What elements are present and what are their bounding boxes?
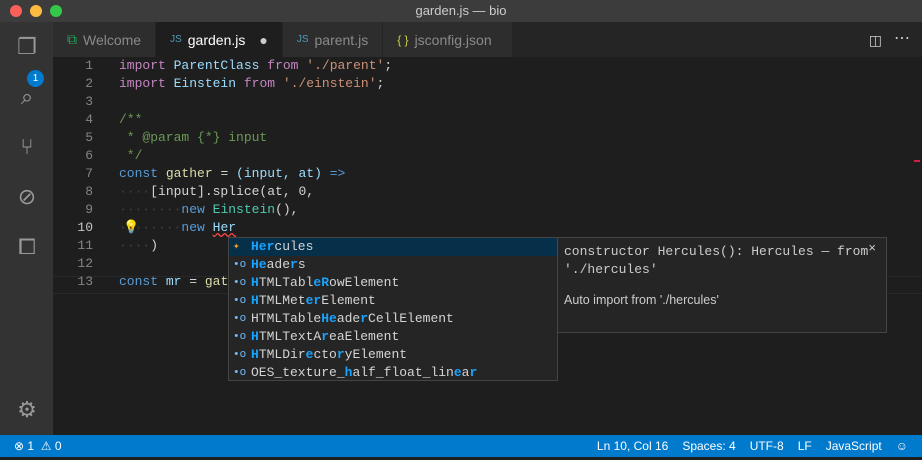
- js-icon: JS: [296, 34, 309, 45]
- vscode-icon: ⧉: [67, 31, 77, 47]
- encoding[interactable]: UTF-8: [750, 435, 784, 457]
- suggestion-details: constructor Hercules(): Hercules — from …: [557, 237, 887, 333]
- suggestion-item[interactable]: •o OES_texture_half_float_linear: [229, 364, 557, 382]
- variable-icon: •o: [233, 259, 247, 271]
- dirty-indicator-icon[interactable]: ●: [259, 32, 267, 48]
- suggestion-item[interactable]: •o HTMLMeterElement: [229, 292, 557, 310]
- settings-icon[interactable]: ⚙: [14, 397, 40, 423]
- tab-parent-js[interactable]: JS parent.js: [282, 22, 384, 57]
- js-icon: JS: [170, 34, 182, 45]
- tab-label: garden.js: [187, 31, 246, 48]
- suggestion-item[interactable]: •o HTMLTableRowElement: [229, 274, 557, 292]
- title-bar: garden.js — bio: [0, 0, 922, 22]
- search-icon[interactable]: ⌕: [14, 84, 40, 110]
- line-number: 11: [77, 238, 93, 253]
- indentation[interactable]: Spaces: 4: [682, 435, 735, 457]
- warning-count: 0: [54, 439, 62, 453]
- code-line: import Einstein from './einstein';: [119, 76, 385, 91]
- json-icon: { }: [397, 32, 409, 47]
- variable-icon: •o: [233, 295, 247, 307]
- signature-text: constructor Hercules(): Hercules — from …: [564, 244, 869, 277]
- line-number: 12: [77, 256, 93, 271]
- suggestion-item[interactable]: ✦ Hercules: [229, 238, 557, 256]
- code-line: ····): [119, 238, 159, 253]
- split-editor-icon[interactable]: ◫: [869, 32, 882, 49]
- class-icon: ✦: [233, 241, 240, 253]
- code-line: ········new Einstein(),: [119, 202, 299, 217]
- more-actions-icon[interactable]: ⋯: [894, 28, 910, 48]
- line-number: 2: [85, 76, 93, 91]
- suggestion-item[interactable]: •o HTMLDirectoryElement: [229, 346, 557, 364]
- code-line: const mr = gath: [119, 274, 237, 289]
- tab-welcome[interactable]: ⧉ Welcome: [53, 22, 157, 57]
- problems-indicator[interactable]: ⊗ 1 ⚠ 0: [14, 435, 62, 457]
- line-number: 3: [85, 94, 93, 109]
- source-control-icon[interactable]: ⑂: [14, 134, 40, 160]
- variable-icon: •o: [233, 349, 247, 361]
- variable-icon: •o: [233, 367, 247, 379]
- line-number: 6: [85, 148, 93, 163]
- tab-label: jsconfig.json: [414, 31, 492, 48]
- close-details-button[interactable]: ×: [868, 240, 876, 255]
- variable-icon: •o: [233, 277, 247, 289]
- line-number: 9: [85, 202, 93, 217]
- tab-garden-js[interactable]: JS garden.js ●: [156, 22, 283, 57]
- tab-label: parent.js: [314, 31, 369, 48]
- tab-jsconfig[interactable]: { } jsconfig.json: [383, 22, 514, 57]
- feedback-smiley-icon[interactable]: ☺: [896, 435, 908, 457]
- line-number: 10: [77, 220, 93, 235]
- line-number: 13: [77, 274, 93, 289]
- variable-icon: •o: [233, 313, 247, 325]
- activity-bar: ❐ 1 ⌕ ⑂ ⊘ ⧠ ⚙: [0, 22, 53, 435]
- line-number: 1: [85, 58, 93, 73]
- suggestion-item[interactable]: •o Headers: [229, 256, 557, 274]
- variable-icon: •o: [233, 331, 247, 343]
- minimize-window-button[interactable]: [30, 5, 42, 17]
- line-number: 4: [85, 112, 93, 127]
- extensions-icon[interactable]: ⧠: [14, 234, 40, 260]
- line-number: 7: [85, 166, 93, 181]
- suggestion-label: OES_texture_half_float_linear: [251, 365, 478, 380]
- suggestion-label: HTMLTableHeaderCellElement: [251, 311, 454, 326]
- suggestion-list[interactable]: ✦ Hercules •o Headers •o HTMLTableRowElement •…: [228, 237, 558, 381]
- code-line: ····[input].splice(at, 0,: [119, 184, 315, 199]
- error-count: 1: [27, 439, 35, 453]
- code-line: /**: [119, 112, 143, 127]
- suggestion-item[interactable]: •o HTMLTableHeaderCellElement: [229, 310, 557, 328]
- files-icon[interactable]: ❐: [14, 34, 40, 60]
- code-line: const gather = (input, at) =>: [119, 166, 346, 181]
- language-mode[interactable]: JavaScript: [826, 435, 882, 457]
- suggestion-label: HTMLDirectoryElement: [251, 347, 408, 362]
- tab-label: Welcome: [83, 31, 142, 48]
- line-number: 8: [85, 184, 93, 199]
- suggestion-label: HTMLTableRowElement: [251, 275, 400, 290]
- overview-ruler-error-marker: [914, 160, 920, 162]
- code-line: */: [119, 148, 143, 163]
- suggestion-label: HTMLMeterElement: [251, 293, 376, 308]
- line-ending[interactable]: LF: [798, 435, 812, 457]
- close-window-button[interactable]: [10, 5, 22, 17]
- code-line: ········new Her: [119, 220, 237, 235]
- status-bar: ⊗ 1 ⚠ 0 Ln 10, Col 16 Spaces: 4 UTF-8 LF…: [0, 435, 922, 457]
- maximize-window-button[interactable]: [50, 5, 62, 17]
- suggestion-label: Headers: [251, 257, 306, 272]
- cursor-position[interactable]: Ln 10, Col 16: [597, 435, 668, 457]
- suggestion-label: Hercules: [251, 239, 314, 254]
- suggestion-item[interactable]: •o HTMLTextAreaElement: [229, 328, 557, 346]
- debug-icon[interactable]: ⊘: [14, 184, 40, 210]
- documentation-text: Auto import from './hercules': [564, 293, 719, 307]
- code-line: import ParentClass from './parent';: [119, 58, 393, 73]
- suggestion-label: HTMLTextAreaElement: [251, 329, 400, 344]
- code-line: * @param {*} input: [119, 130, 268, 145]
- line-number: 5: [85, 130, 93, 145]
- window-title: garden.js — bio: [415, 3, 507, 18]
- tab-bar: ⧉ Welcome JS garden.js ● JS parent.js { } jsc…: [53, 22, 922, 57]
